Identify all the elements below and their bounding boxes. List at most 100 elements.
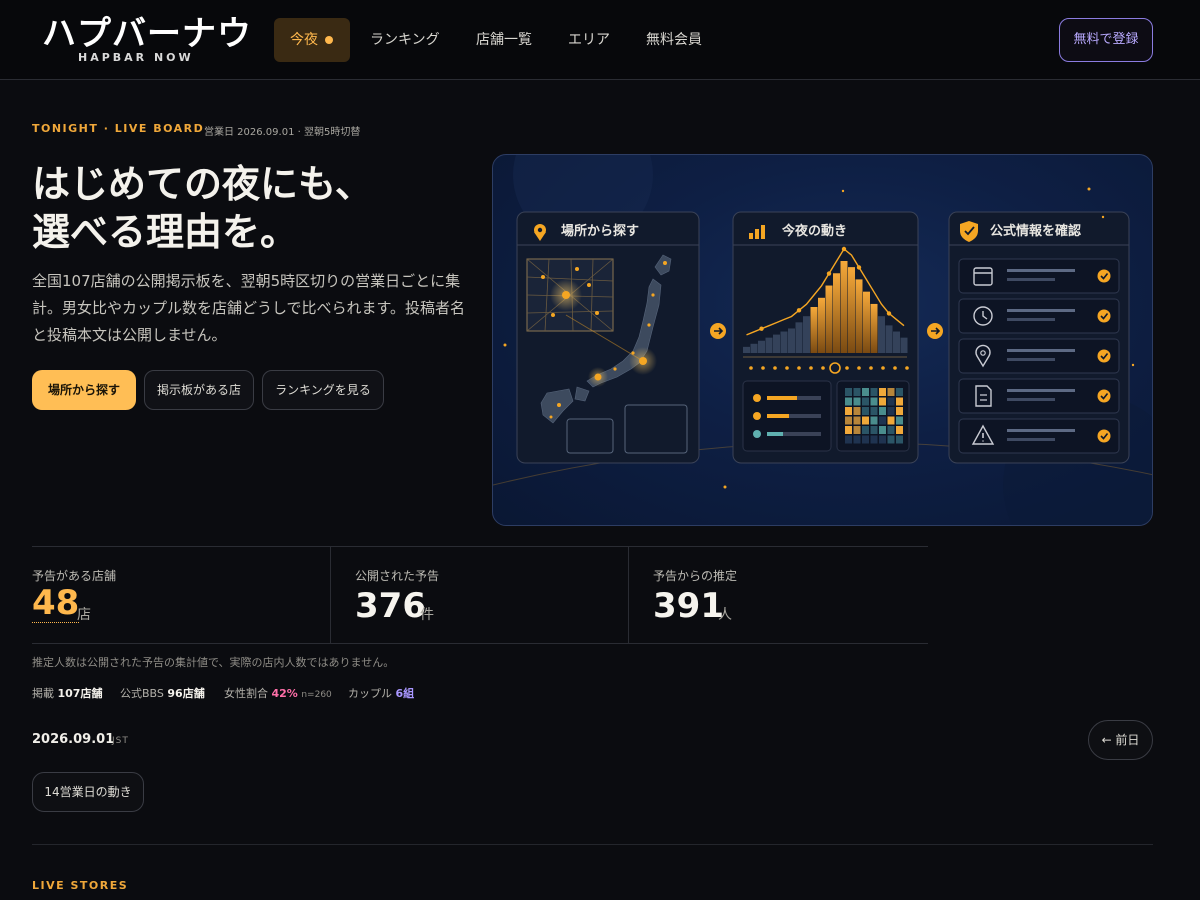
section-divider [32,844,1153,845]
heatmap-cell [862,435,869,444]
nav-area[interactable]: エリア [568,18,610,62]
heatmap-cell [845,397,852,406]
site-logo[interactable]: ハプバーナウ HAPBAR NOW [42,14,252,66]
heatmap-cell [887,435,895,444]
heatmap-cell [887,416,895,425]
meta-bbs-value: 96店舗 [167,687,205,700]
trend-point [826,271,832,276]
heatmap-cell [879,397,886,406]
heatmap-cell [845,416,852,425]
heatmap-cell [879,416,886,425]
histogram-bar [840,261,848,353]
heatmap-cell [862,416,869,425]
stat-value-stores[interactable]: 48 [32,584,80,623]
timezone-label: JST [112,736,129,746]
fourteen-day-trend-button[interactable]: 14営業日の動き [32,772,144,812]
timeline-dot [881,366,885,370]
heatmap-cell [853,426,861,434]
search-by-location-button[interactable]: 場所から探す [32,370,136,410]
histogram-bar [765,337,773,353]
trend-point [886,311,892,316]
checklist-row [958,378,1120,414]
check-circle [1097,309,1111,323]
trend-point [759,326,764,331]
hero-headline: はじめての夜にも、 選べる理由を。 [32,160,472,256]
illustration-canvas: 場所から探す 今夜の動き 公式情報を確認 [493,155,1152,525]
previous-day-button[interactable]: ← 前日 [1088,720,1153,760]
heatmap-cell [853,416,861,425]
stores-with-board-button[interactable]: 掲示板がある店 [144,370,254,410]
placeholder-line [1007,429,1075,432]
histogram-bar [900,337,908,353]
heatmap-cell [845,407,852,415]
stats-bottom-rule [32,643,928,644]
placeholder-line [1007,269,1075,272]
heatmap-cell [853,407,861,415]
heatmap-cell [845,388,852,396]
panel2-title: 今夜の動き [781,223,847,239]
placeholder-line [1007,309,1075,312]
heatmap-cell [853,388,861,396]
meta-female-value: 42% [271,687,298,700]
heatmap-cell [887,397,895,406]
heatmap-cell [896,407,903,415]
histogram-bar [878,316,885,353]
current-date: 2026.09.01 [32,732,115,747]
heatmap-cell [896,435,903,444]
histogram-bar [825,285,833,353]
meta-bbs: 公式BBS 96店舗 [120,685,205,701]
heatmap-cell [870,416,878,425]
panel1-title: 場所から探す [561,223,639,239]
meta-couple-label: カップル [348,687,392,700]
stat-label-stores: 予告がある店舗 [32,569,117,583]
placeholder-line [1007,349,1075,352]
placeholder-line [1007,318,1055,321]
meta-female-n: n=260 [301,690,332,700]
check-circle [1097,349,1111,363]
meta-listed-label: 掲載 [32,687,54,700]
placeholder-line [1007,398,1055,401]
heatmap-cell [887,426,895,434]
check-circle [1097,269,1111,283]
nav-store-list[interactable]: 店舗一覧 [476,18,532,62]
headline-line-2: 選べる理由を。 [32,209,299,254]
stat-label-posts: 公開された予告 [355,569,440,583]
nav-free-member[interactable]: 無料会員 [646,18,702,62]
heatmap-cell [896,426,903,434]
histogram-bar [810,307,818,353]
histogram-bar [863,291,870,353]
trend-point [796,308,802,313]
stat-value-estimate: 391 [653,586,724,626]
panel-official-info: 公式情報を確認 [948,211,1130,464]
register-button[interactable]: 無料で登録 [1059,18,1153,62]
hero-illustration: 場所から探す 今夜の動き 公式情報を確認 [492,154,1153,526]
histogram-bar [758,340,765,353]
heatmap-cell [887,407,895,415]
nav-tonight[interactable]: 今夜 [274,18,350,62]
check-icon [1097,349,1111,363]
histogram-bar [743,346,750,353]
meta-couple-value: 6組 [395,687,415,700]
placeholder-line [1007,389,1075,392]
placeholder-line [1007,438,1055,441]
nav-ranking[interactable]: ランキング [370,18,440,62]
heatmap-cell [879,407,886,415]
view-ranking-button[interactable]: ランキングを見る [262,370,384,410]
heatmap-cell [853,435,861,444]
heatmap-cell [896,388,903,396]
stats-divider [330,547,331,643]
histogram-bar [803,316,810,353]
hero-eyebrow: TONIGHT · LIVE BOARD [32,122,205,135]
timeline-dot [749,366,753,370]
stat-label-estimate: 予告からの推定 [653,569,738,583]
histogram-bar [870,303,878,353]
heatmap-cell [896,397,903,406]
timeline-dot [773,366,777,370]
check-icon [1097,389,1111,403]
live-stores-heading: LIVE STORES [32,879,129,892]
stat-unit-posts: 件 [420,607,434,623]
logo-wordmark: ハプバーナウ [42,14,252,54]
nav-tonight-label: 今夜 [290,32,318,48]
timeline-dot [869,366,873,370]
timeline-dot [857,366,861,370]
